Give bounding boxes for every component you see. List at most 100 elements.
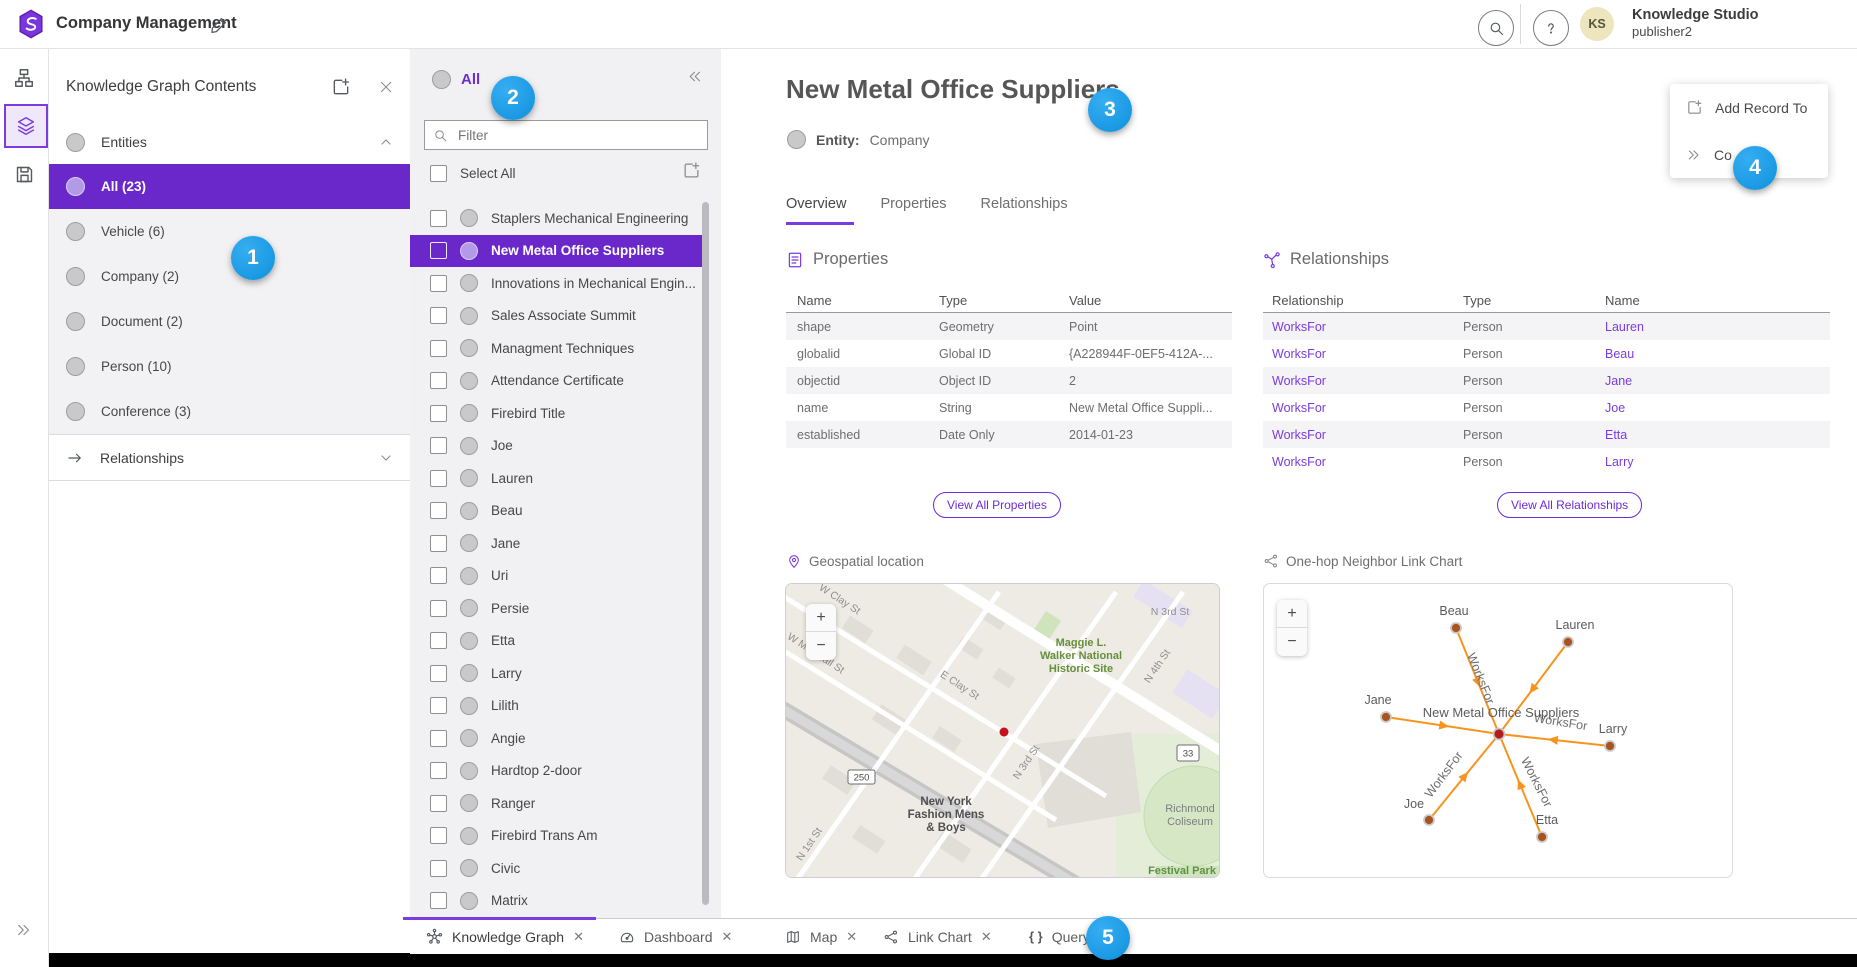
relationship-row[interactable]: WorksForPersonEtta — [1263, 421, 1830, 448]
expand-rail-button[interactable] — [4, 910, 44, 950]
filter-input[interactable] — [456, 127, 680, 144]
entity-link[interactable]: Jane — [1605, 374, 1830, 388]
entity-type-person[interactable]: Person (10) — [48, 344, 410, 389]
help-button[interactable] — [1533, 10, 1569, 46]
relationship-link[interactable]: WorksFor — [1272, 401, 1463, 415]
entity-list-item[interactable]: Civic — [410, 852, 706, 885]
property-row[interactable]: establishedDate Only2014-01-23 — [786, 421, 1232, 448]
tab-link-chart[interactable]: Link Chart ✕ — [883, 919, 992, 954]
view-all-properties-button[interactable]: View All Properties — [933, 492, 1061, 518]
relationship-link[interactable]: WorksFor — [1272, 455, 1463, 469]
entity-list-item[interactable]: Etta — [410, 625, 706, 658]
item-checkbox[interactable] — [430, 730, 447, 747]
save-rail-button[interactable] — [4, 154, 44, 194]
select-all-checkbox[interactable] — [430, 165, 447, 182]
item-checkbox[interactable] — [430, 210, 447, 227]
item-checkbox[interactable] — [430, 275, 447, 292]
entity-list-item[interactable]: Beau — [410, 495, 706, 528]
property-row[interactable]: nameStringNew Metal Office Suppli... — [786, 394, 1232, 421]
item-checkbox[interactable] — [430, 632, 447, 649]
item-checkbox[interactable] — [430, 567, 447, 584]
item-checkbox[interactable] — [430, 307, 447, 324]
linkchart-zoom-out-button[interactable]: − — [1277, 628, 1307, 656]
avatar[interactable]: KS — [1580, 7, 1614, 41]
item-checkbox[interactable] — [430, 600, 447, 617]
entity-type-document[interactable]: Document (2) — [48, 299, 410, 344]
collapse-panel-icon[interactable] — [686, 68, 703, 85]
entity-list-item-selected[interactable]: New Metal Office Suppliers — [410, 235, 706, 268]
relationship-row[interactable]: WorksForPersonLauren — [1263, 313, 1830, 340]
entity-list-item[interactable]: Larry — [410, 657, 706, 690]
add-record-icon[interactable] — [331, 77, 351, 97]
view-all-relationships-button[interactable]: View All Relationships — [1497, 492, 1642, 518]
app-logo-icon[interactable] — [16, 9, 46, 39]
entity-list-item[interactable]: Sales Associate Summit — [410, 300, 706, 333]
user-info[interactable]: Knowledge Studio publisher2 — [1632, 7, 1758, 39]
tab-overview[interactable]: Overview — [786, 196, 846, 212]
entity-type-vehicle[interactable]: Vehicle (6) — [48, 209, 410, 254]
entity-list-item[interactable]: Managment Techniques — [410, 332, 706, 365]
relationship-row[interactable]: WorksForPersonLarry — [1263, 448, 1830, 475]
relationship-row[interactable]: WorksForPersonBeau — [1263, 340, 1830, 367]
item-checkbox[interactable] — [430, 860, 447, 877]
entity-list-item[interactable]: Staplers Mechanical Engineering — [410, 202, 706, 235]
item-checkbox[interactable] — [430, 827, 447, 844]
entities-section-header[interactable]: Entities — [48, 120, 410, 164]
tab-relationships[interactable]: Relationships — [981, 196, 1068, 212]
add-record-icon[interactable] — [682, 161, 701, 180]
data-model-rail-button[interactable] — [4, 58, 44, 98]
relationship-link[interactable]: WorksFor — [1272, 347, 1463, 361]
entity-list-item[interactable]: Joe — [410, 430, 706, 463]
entity-list-item[interactable]: Jane — [410, 527, 706, 560]
close-tab-icon[interactable]: ✕ — [846, 929, 857, 945]
item-checkbox[interactable] — [430, 697, 447, 714]
entity-type-conference[interactable]: Conference (3) — [48, 389, 410, 434]
item-checkbox[interactable] — [430, 437, 447, 454]
close-panel-icon[interactable] — [378, 79, 394, 95]
entity-link[interactable]: Lauren — [1605, 320, 1830, 334]
close-tab-icon[interactable]: ✕ — [722, 929, 733, 945]
edit-title-pencil-icon[interactable] — [210, 15, 229, 34]
item-checkbox[interactable] — [430, 242, 447, 259]
linkchart-zoom-in-button[interactable]: + — [1277, 600, 1307, 628]
relationship-link[interactable]: WorksFor — [1272, 320, 1463, 334]
entity-list-item[interactable]: Hardtop 2-door — [410, 755, 706, 788]
entity-list-item[interactable]: Angie — [410, 722, 706, 755]
close-tab-icon[interactable]: ✕ — [573, 929, 584, 945]
entity-list-item[interactable]: Matrix — [410, 885, 706, 918]
entity-link[interactable]: Larry — [1605, 455, 1830, 469]
property-row[interactable]: objectidObject ID2 — [786, 367, 1232, 394]
tab-knowledge-graph[interactable]: Knowledge Graph ✕ — [426, 919, 584, 954]
item-checkbox[interactable] — [430, 372, 447, 389]
item-checkbox[interactable] — [430, 665, 447, 682]
entity-list-item[interactable]: Persie — [410, 592, 706, 625]
item-checkbox[interactable] — [430, 405, 447, 422]
entity-list-item[interactable]: Innovations in Mechanical Engin... — [410, 267, 706, 300]
item-checkbox[interactable] — [430, 762, 447, 779]
map-zoom-in-button[interactable]: + — [806, 604, 836, 632]
entity-list-item[interactable]: Firebird Title — [410, 397, 706, 430]
item-checkbox[interactable] — [430, 470, 447, 487]
relationships-section-header[interactable]: Relationships — [48, 434, 410, 481]
item-checkbox[interactable] — [430, 340, 447, 357]
link-chart-canvas[interactable]: WorksForWorksForWorksForWorksForNew Meta… — [1264, 584, 1733, 878]
relationship-link[interactable]: WorksFor — [1272, 374, 1463, 388]
close-tab-icon[interactable]: ✕ — [981, 929, 992, 945]
entity-list-item[interactable]: Attendance Certificate — [410, 365, 706, 398]
map-canvas[interactable]: 25033W Clay StW Marshall StE Clay StN 3r… — [786, 584, 1220, 878]
relationship-row[interactable]: WorksForPersonJane — [1263, 367, 1830, 394]
one-hop-link-chart[interactable]: WorksForWorksForWorksForWorksForNew Meta… — [1263, 583, 1733, 878]
tab-properties[interactable]: Properties — [880, 196, 946, 212]
menu-item-add-record-to[interactable]: Add Record To — [1670, 84, 1828, 131]
item-checkbox[interactable] — [430, 502, 447, 519]
entity-list-item[interactable]: Ranger — [410, 787, 706, 820]
entity-type-company[interactable]: Company (2) — [48, 254, 410, 299]
tab-dashboard[interactable]: Dashboard ✕ — [619, 919, 732, 954]
relationship-link[interactable]: WorksFor — [1272, 428, 1463, 442]
property-row[interactable]: shapeGeometryPoint — [786, 313, 1232, 340]
scrollbar-thumb[interactable] — [702, 202, 709, 905]
entity-list-item[interactable]: Uri — [410, 560, 706, 593]
entity-list-item[interactable]: Firebird Trans Am — [410, 820, 706, 853]
select-all-row[interactable]: Select All — [430, 165, 516, 182]
property-row[interactable]: globalidGlobal ID{A228944F-0EF5-412A-... — [786, 340, 1232, 367]
